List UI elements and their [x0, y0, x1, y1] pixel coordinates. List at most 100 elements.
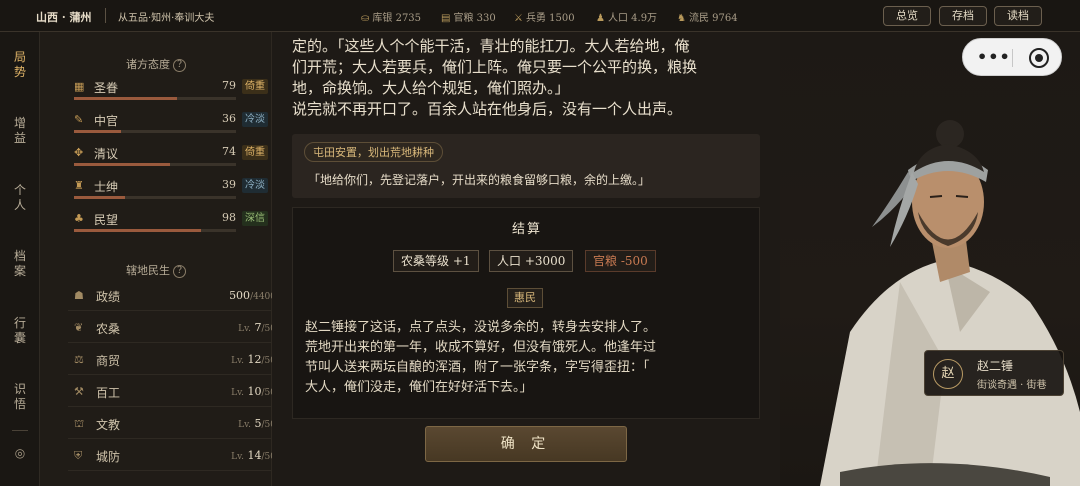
faction-value: 98 [222, 211, 236, 224]
governance-row[interactable]: ⚒ 百工 Lv. 10/50 [68, 377, 284, 407]
faction-bar-fill [74, 229, 202, 232]
factions-help-icon[interactable]: ? [173, 58, 186, 72]
faction-name: 民望 [94, 213, 119, 227]
factions-title: 诸方态度? [40, 56, 272, 72]
governance-value: 500/4400 [229, 289, 276, 302]
politics-icon: ☗ [74, 289, 84, 302]
nav-situation[interactable]: 局势 [13, 50, 27, 80]
vertical-nav: 局势 增益 个人 档案 行囊 识悟 ◎ [0, 32, 40, 486]
governance-help-icon[interactable]: ? [173, 264, 186, 278]
settlement-text: 赵二锤接了这话，点了点头，没说多余的，转身去安排人了。 荒地开出来的第一年，收成… [305, 320, 657, 395]
faction-name: 士绅 [94, 180, 119, 194]
more-options-icon[interactable]: ••• [977, 47, 1011, 66]
faction-bar [74, 196, 236, 199]
close-target-icon[interactable] [1029, 48, 1049, 68]
governance-name: 商贸 [96, 354, 121, 368]
nav-archive[interactable]: 档案 [13, 249, 27, 279]
faction-row[interactable]: ✥ 清议 74 倚重 [70, 144, 278, 174]
craft-icon: ⚒ [74, 385, 84, 398]
faction-bar-fill [74, 163, 171, 166]
governance-row[interactable]: ⛨ 城防 Lv. 14/50 [68, 441, 284, 471]
faction-attitude-badge: 深信 [242, 211, 268, 226]
population-icon: ♟ [596, 13, 605, 24]
npc-portrait [780, 32, 1080, 486]
faction-attitude-badge: 冷淡 [242, 112, 268, 127]
soldier-icon: ⚔ [514, 13, 523, 24]
grain-icon: ▤ [441, 13, 451, 24]
nav-buffs[interactable]: 增益 [13, 116, 27, 146]
faction-bar [74, 97, 236, 100]
faction-value: 74 [222, 145, 236, 158]
npc-title: 街谈奇遇 · 街巷 [977, 380, 1047, 391]
save-button[interactable]: 存档 [939, 6, 987, 26]
scroll-icon: ▦ [74, 80, 85, 93]
faction-row[interactable]: ✎ 中官 36 冷淡 [70, 111, 278, 141]
governance-name: 文教 [96, 418, 121, 432]
stat-grain: ▤ 官粮 330 [441, 13, 496, 24]
faction-row[interactable]: ♜ 士绅 39 冷淡 [70, 177, 278, 207]
faction-bar-fill [74, 97, 177, 100]
settlement-title: 结算 [511, 222, 542, 237]
faction-value: 39 [222, 178, 236, 191]
choice-tag: 屯田安置，划出荒地耕种 [304, 142, 443, 162]
npc-name: 赵二锤 [977, 359, 1014, 373]
faction-attitude-badge: 倚重 [242, 145, 268, 160]
settings-icon[interactable]: ◎ [12, 446, 28, 460]
effect-chip: 农桑等级 +1 [393, 250, 479, 272]
governance-value: Lv. 5/50 [238, 417, 276, 430]
education-icon: ⛫ [74, 417, 85, 430]
governance-title: 辖地民生? [40, 262, 272, 278]
miniprogram-capsule: ••• [962, 38, 1062, 76]
choice-quote: 「地给你们，先登记落户，开出来的粮食留够口粮，余的上缴。」 [308, 173, 651, 187]
governance-name: 城防 [96, 450, 121, 464]
faction-value: 79 [222, 79, 236, 92]
effect-chip: 官粮 -500 [585, 250, 656, 272]
nav-personal[interactable]: 个人 [13, 183, 27, 213]
nav-insight[interactable]: 识悟 [13, 382, 27, 412]
faction-bar [74, 163, 236, 166]
stat-soldiers: ⚔ 兵勇 1500 [514, 13, 575, 24]
governance-name: 农桑 [96, 322, 121, 336]
faction-row[interactable]: ▦ 圣眷 79 倚重 [70, 78, 278, 108]
npc-name-card[interactable]: 赵 赵二锤 街谈奇遇 · 街巷 [924, 350, 1064, 396]
chosen-option: 屯田安置，划出荒地耕种 「地给你们，先登记落户，开出来的粮食留够口粮，余的上缴。… [292, 134, 760, 198]
load-button[interactable]: 读档 [994, 6, 1042, 26]
faction-bar-fill [74, 130, 121, 133]
faction-bar-fill [74, 196, 125, 199]
npc-portrait-illustration [820, 120, 1080, 486]
governance-row[interactable]: ⛫ 文教 Lv. 5/50 [68, 409, 284, 439]
status-panel: 诸方态度? ▦ 圣眷 79 倚重 ✎ 中官 36 冷淡 ✥ 清议 74 倚重 ♜ 士绅 39 冷淡 ♣ 民望 98 深… [40, 32, 284, 486]
farming-icon: ❦ [74, 321, 84, 334]
gentry-icon: ♜ [74, 179, 84, 192]
faction-row[interactable]: ♣ 民望 98 深信 [70, 210, 278, 240]
defense-icon: ⛨ [74, 449, 83, 462]
governance-name: 政绩 [96, 290, 121, 304]
faction-bar [74, 229, 236, 232]
story-text: 定的。「这些人个个能干活，青壮的能扛刀。大人若给地，俺 们开荒；大人若要兵，俺们… [292, 37, 698, 118]
stat-treasury: ⛀ 库银 2735 [361, 13, 422, 24]
treasury-icon: ⛀ [361, 13, 370, 24]
governance-row[interactable]: ❦ 农桑 Lv. 7/50 [68, 313, 284, 343]
governance-name: 百工 [96, 386, 121, 400]
eunuch-icon: ✎ [74, 113, 84, 126]
official-rank-label: 从五品·知州·奉训大夫 [118, 13, 215, 24]
governance-value: Lv. 10/50 [231, 385, 276, 398]
governance-row[interactable]: ☗ 政绩 500/4400 [68, 281, 284, 311]
confirm-button[interactable]: 确 定 [425, 426, 627, 462]
governance-row[interactable]: ⚖ 商贸 Lv. 12/50 [68, 345, 284, 375]
stat-refugees: ♞ 流民 9764 [677, 13, 738, 24]
settlement-box: 结算 农桑等级 +1 人口 +3000 官粮 -500 惠民 赵二锤接了这话，点… [292, 207, 760, 419]
npc-seal-icon: 赵 [933, 359, 963, 389]
nav-divider [12, 430, 28, 431]
overview-button[interactable]: 总览 [883, 6, 931, 26]
commerce-icon: ⚖ [74, 353, 84, 366]
region-label: 山西 · 蒲州 [36, 11, 92, 24]
faction-name: 圣眷 [94, 81, 119, 95]
nav-inventory[interactable]: 行囊 [13, 316, 27, 346]
faction-name: 中官 [94, 114, 119, 128]
scholar-icon: ✥ [74, 146, 84, 159]
governance-value: Lv. 12/50 [231, 353, 276, 366]
refugee-icon: ♞ [677, 13, 686, 24]
governance-value: Lv. 14/50 [231, 449, 276, 462]
governance-value: Lv. 7/50 [238, 321, 276, 334]
